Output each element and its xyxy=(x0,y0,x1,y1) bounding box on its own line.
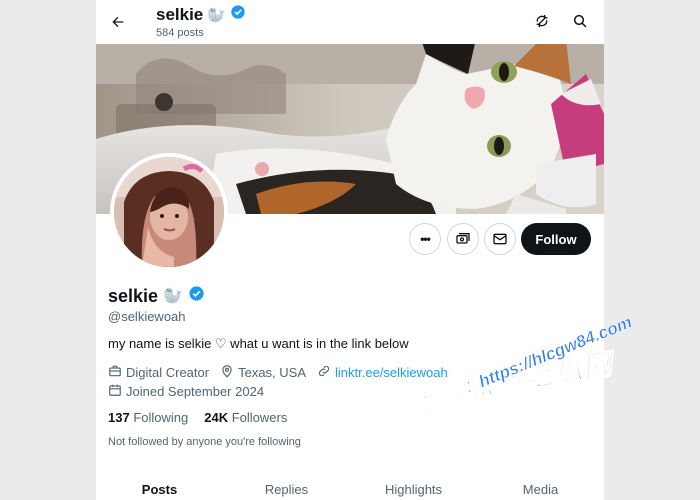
posts-count: 584 posts xyxy=(156,27,204,39)
location-text: Texas, USA xyxy=(238,365,307,380)
message-icon[interactable] xyxy=(484,223,516,255)
search-icon[interactable] xyxy=(570,11,590,31)
location-item: Texas, USA xyxy=(220,364,306,381)
follow-button[interactable]: Follow xyxy=(521,223,591,255)
seal-emoji: 🦭 xyxy=(163,288,183,305)
joined-text: Joined September 2024 xyxy=(126,384,265,399)
display-name-text: selkie xyxy=(108,285,159,306)
more-icon[interactable]: ••• xyxy=(409,223,441,255)
more-label: ••• xyxy=(420,232,431,246)
tab-posts[interactable]: Posts xyxy=(96,474,223,500)
follow-stats: 137 Following 24K Followers xyxy=(108,410,287,425)
following-label: Following xyxy=(133,410,189,425)
header-title: selkie 🦭 xyxy=(156,4,246,25)
display-name: selkie 🦭 xyxy=(108,285,205,307)
not-followed-note: Not followed by anyone you're following xyxy=(108,436,301,448)
calendar-icon xyxy=(108,383,122,400)
tab-highlights[interactable]: Highlights xyxy=(350,474,477,500)
top-bar: selkie 🦭 584 posts xyxy=(96,0,604,44)
profile-meta-row: Digital Creator Texas, USA linktr.ee/sel… xyxy=(108,364,459,381)
verified-badge-icon xyxy=(230,4,246,25)
profile-avatar[interactable] xyxy=(110,153,228,271)
back-arrow-icon[interactable] xyxy=(104,8,132,36)
refresh-icon[interactable] xyxy=(532,11,552,31)
subscribe-icon[interactable] xyxy=(447,223,479,255)
joined-item: Joined September 2024 xyxy=(108,383,264,400)
link-icon xyxy=(317,364,331,381)
followers-stat[interactable]: 24K Followers xyxy=(204,410,287,425)
following-stat[interactable]: 137 Following xyxy=(108,410,188,425)
profile-column: selkie 🦭 584 posts ••• Follow selkie 🦭 @… xyxy=(96,0,604,500)
profile-handle: @selkiewoah xyxy=(108,309,186,324)
tab-replies[interactable]: Replies xyxy=(223,474,350,500)
tab-media[interactable]: Media xyxy=(477,474,604,500)
website-link[interactable]: linktr.ee/selkiewoah xyxy=(335,365,448,380)
category-text: Digital Creator xyxy=(126,365,210,380)
seal-emoji: 🦭 xyxy=(207,6,226,24)
verified-badge-icon[interactable] xyxy=(188,285,205,307)
briefcase-icon xyxy=(108,364,122,381)
followers-label: Followers xyxy=(231,410,288,425)
website-item[interactable]: linktr.ee/selkiewoah xyxy=(317,364,448,381)
joined-row: Joined September 2024 xyxy=(108,383,275,400)
profile-tabs: Posts Replies Highlights Media xyxy=(96,474,604,500)
following-count: 137 xyxy=(108,410,130,425)
location-pin-icon xyxy=(220,364,234,381)
category-item: Digital Creator xyxy=(108,364,209,381)
followers-count: 24K xyxy=(204,410,229,425)
profile-bio: my name is selkie ♡ what u want is in th… xyxy=(108,336,409,351)
header-name: selkie xyxy=(156,4,204,24)
